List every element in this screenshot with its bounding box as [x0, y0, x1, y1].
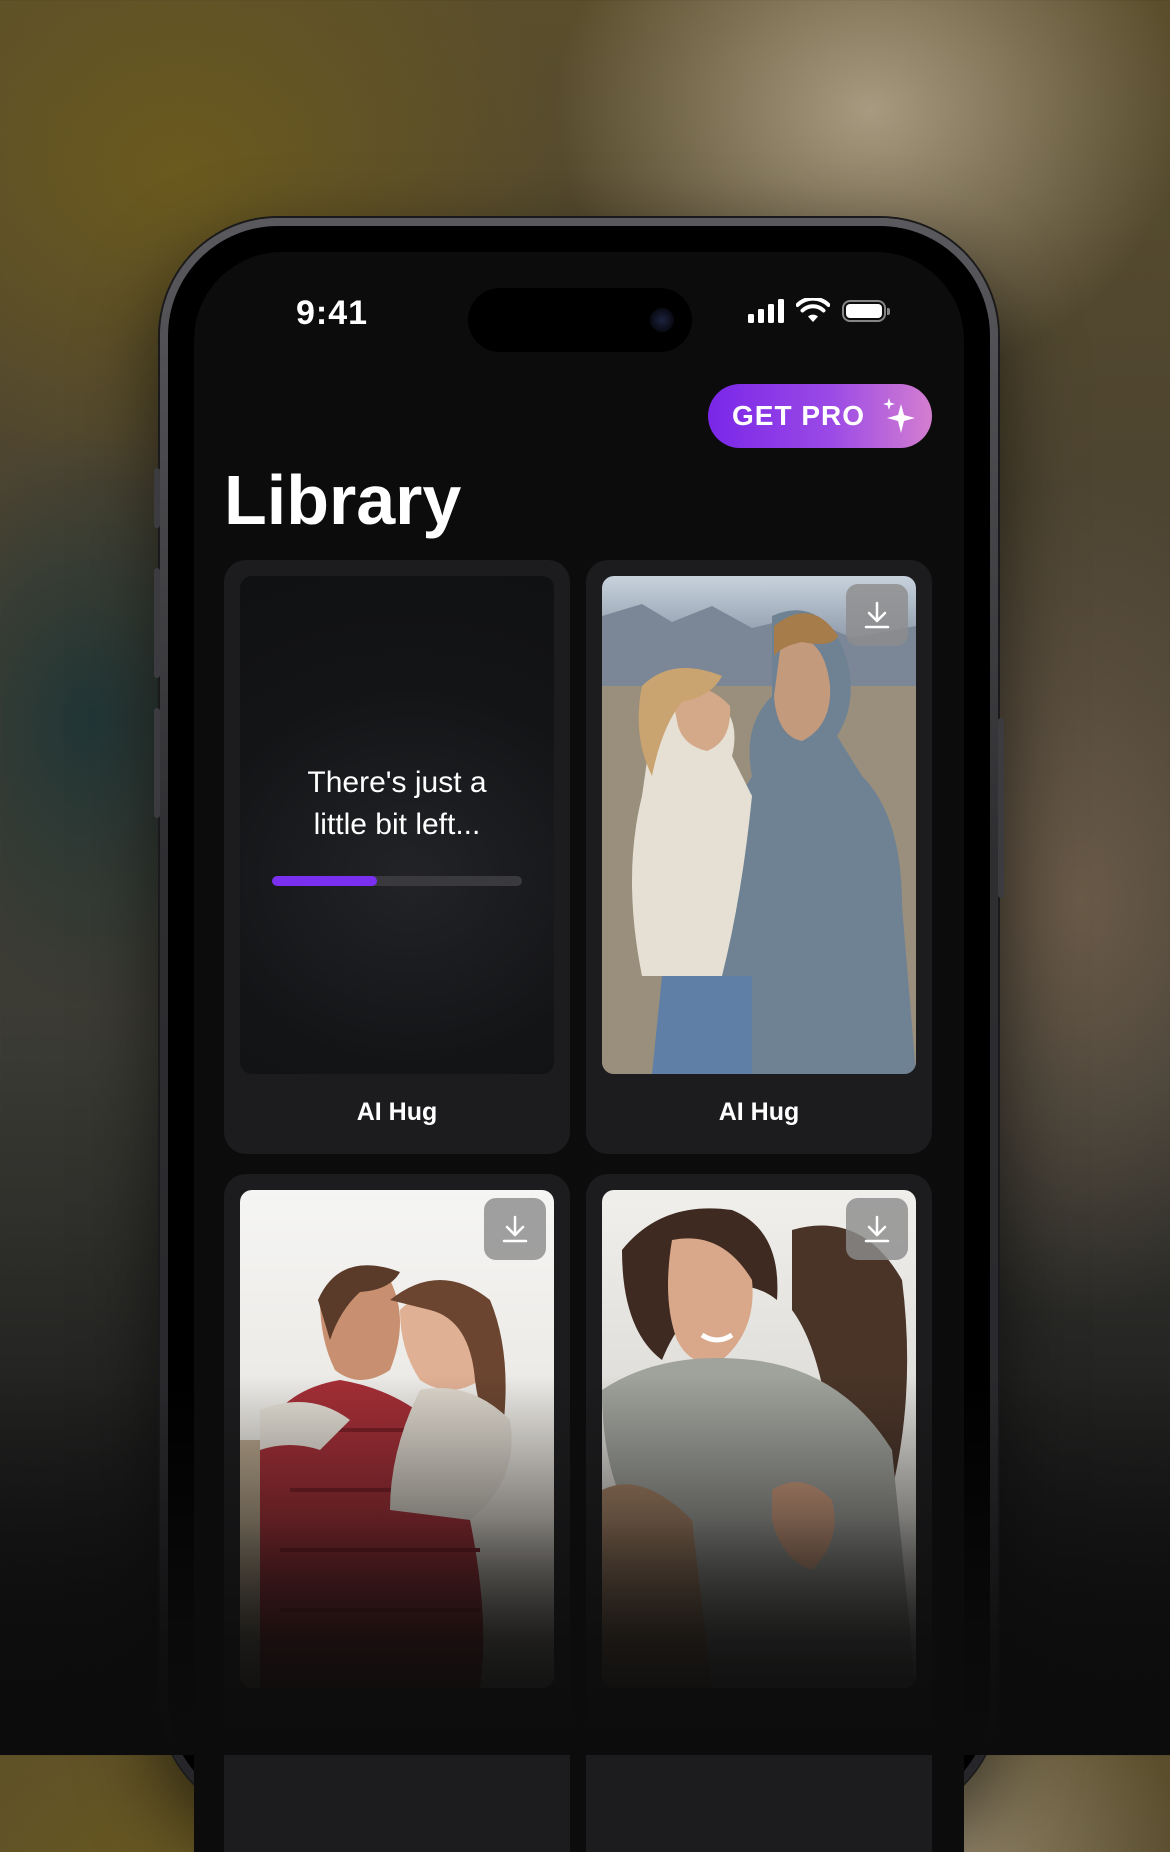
download-button[interactable] [846, 584, 908, 646]
phone-power-button [998, 718, 1004, 898]
camera-icon [650, 308, 674, 332]
library-card[interactable]: AI Hug [586, 560, 932, 1154]
download-icon [502, 1215, 528, 1243]
wifi-icon [796, 298, 830, 322]
status-icons [748, 296, 890, 326]
progress-bar [272, 876, 522, 886]
hug-photo[interactable] [602, 576, 916, 1074]
phone-volume-down [154, 708, 160, 818]
download-button[interactable] [484, 1198, 546, 1260]
cellular-signal-icon [748, 299, 784, 323]
battery-icon [842, 300, 890, 322]
card-label: AI Hug [718, 1098, 800, 1126]
phone-volume-up [154, 568, 160, 678]
card-label: AI Hug [356, 1098, 438, 1126]
status-time: 9:41 [296, 294, 369, 332]
loading-preview: There's just a little bit left... [240, 576, 554, 1074]
hug-photo[interactable] [602, 1190, 916, 1688]
hug-photo-art [602, 604, 916, 1074]
download-icon [864, 1215, 890, 1243]
get-pro-button[interactable]: GET PRO [708, 384, 932, 448]
hug-photo[interactable] [240, 1190, 554, 1688]
hug-photo-art [602, 1208, 916, 1688]
phone-side-button [154, 468, 160, 528]
progress-fill [272, 876, 377, 886]
app-screen: 9:41 GET PRO Library There's just a litt… [194, 252, 964, 1852]
loading-message: There's just a little bit left... [307, 766, 487, 841]
get-pro-label: GET PRO [732, 400, 866, 431]
download-icon [864, 601, 890, 629]
sparkle-icon [883, 398, 916, 433]
hug-photo-art [240, 1265, 512, 1688]
phone-frame: 9:41 GET PRO Library There's just a litt… [154, 218, 1004, 1852]
library-card[interactable] [586, 1174, 932, 1852]
page-title: Library [224, 461, 462, 539]
library-card[interactable] [224, 1174, 570, 1852]
download-button[interactable] [846, 1198, 908, 1260]
dynamic-island [468, 288, 692, 352]
library-card[interactable]: There's just a little bit left... AI Hug [224, 560, 570, 1154]
